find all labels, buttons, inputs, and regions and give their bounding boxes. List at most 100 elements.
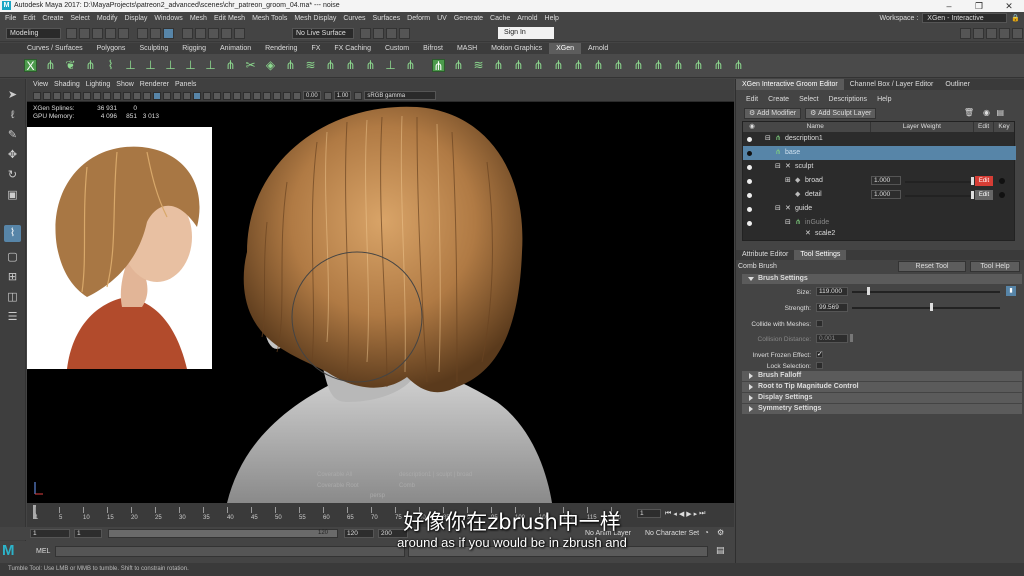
rotate-tool-icon[interactable]: ↻	[4, 167, 21, 184]
section-brush-falloff[interactable]: Brush Falloff	[742, 371, 1022, 381]
col-layer-weight[interactable]: Layer Weight	[871, 122, 975, 132]
broad-weight-slider[interactable]	[905, 181, 973, 183]
view-transform-dropdown[interactable]: sRGB gamma	[364, 91, 437, 100]
section-root-to-tip[interactable]: Root to Tip Magnitude Control	[742, 382, 1022, 392]
tool-icon[interactable]: ⋔	[532, 59, 545, 72]
tree-row-guide[interactable]: ⊟ ✕ guide	[743, 202, 1016, 216]
paint-select-icon[interactable]: ✎	[4, 127, 21, 144]
tool-icon[interactable]: ⋔	[732, 59, 745, 72]
detail-weight-handle[interactable]	[971, 191, 974, 199]
ge-menu-edit[interactable]: Edit	[746, 96, 758, 103]
settings-icon[interactable]: ▤	[996, 108, 1004, 117]
snap-live-icon[interactable]	[234, 28, 245, 39]
menu-file[interactable]: File	[5, 15, 16, 22]
comb-icon[interactable]: ⊥	[184, 59, 197, 72]
length-icon[interactable]: ⊥	[384, 59, 397, 72]
single-view-icon[interactable]: ▢	[4, 249, 21, 266]
vp-menu-lighting[interactable]: Lighting	[86, 81, 111, 88]
section-brush-settings[interactable]: Brush Settings	[742, 274, 1022, 284]
menu-uv[interactable]: UV	[437, 15, 447, 22]
visibility-icon[interactable]	[747, 151, 752, 156]
shelf-tab[interactable]: MASH	[450, 43, 484, 54]
render-icon[interactable]	[360, 28, 371, 39]
brush-icon[interactable]: ⌇	[104, 59, 117, 72]
comb-tool-icon[interactable]: ⌇	[4, 225, 21, 242]
snap-point-icon[interactable]	[208, 28, 219, 39]
tool-help-button[interactable]: Tool Help	[970, 261, 1020, 272]
vp-menu-view[interactable]: View	[33, 81, 48, 88]
vp-menu-renderer[interactable]: Renderer	[140, 81, 169, 88]
textured-icon[interactable]	[183, 91, 191, 100]
menu-modify[interactable]: Modify	[97, 15, 118, 22]
comb-icon[interactable]: ⊥	[204, 59, 217, 72]
safe-action-icon[interactable]	[123, 91, 131, 100]
move-tool-icon[interactable]: ✥	[4, 147, 21, 164]
smooth-shade-icon[interactable]	[153, 91, 161, 100]
two-view-icon[interactable]: ◫	[4, 289, 21, 306]
save-icon[interactable]	[92, 28, 103, 39]
menu-select[interactable]: Select	[70, 15, 89, 22]
visibility-icon[interactable]	[747, 137, 752, 142]
broad-weight-handle[interactable]	[971, 177, 974, 185]
strength-field[interactable]: 99.569	[816, 303, 848, 312]
layout-toggle-icon[interactable]	[1012, 28, 1023, 39]
shelf-tab[interactable]: Motion Graphics	[484, 43, 549, 54]
tab-channel-box[interactable]: Channel Box / Layer Editor	[844, 79, 940, 90]
default-material-icon[interactable]	[163, 91, 171, 100]
mode-dropdown[interactable]: Modeling	[6, 28, 61, 39]
undo-icon[interactable]	[105, 28, 116, 39]
tool-icon[interactable]: ⋔	[672, 59, 685, 72]
grid-icon[interactable]	[73, 91, 81, 100]
width-icon[interactable]: ⋔	[404, 59, 417, 72]
lock-icon[interactable]: 🔒	[1011, 14, 1020, 22]
snap-curve-icon[interactable]	[195, 28, 206, 39]
menu-mesh-display[interactable]: Mesh Display	[294, 15, 336, 22]
shelf-tab[interactable]: Bifrost	[416, 43, 450, 54]
detail-weight-slider[interactable]	[905, 195, 973, 197]
tab-attribute-editor[interactable]: Attribute Editor	[736, 250, 794, 260]
col-edit[interactable]: Edit	[974, 122, 995, 132]
use-all-lights-icon[interactable]	[193, 91, 201, 100]
tab-outliner[interactable]: Outliner	[939, 79, 976, 90]
depth-of-field-icon[interactable]	[243, 91, 251, 100]
live-surface-field[interactable]: No Live Surface	[292, 28, 354, 39]
anti-alias-icon[interactable]	[233, 91, 241, 100]
xgen-editor-icon[interactable]: X	[24, 59, 37, 73]
guides-icon[interactable]: ⋔	[432, 59, 445, 73]
tool-icon[interactable]: ⋔	[452, 59, 465, 72]
wireframe-on-shaded-icon[interactable]	[173, 91, 181, 100]
four-view-icon[interactable]: ⊞	[4, 269, 21, 286]
visibility-icon[interactable]	[747, 207, 752, 212]
strength-slider-handle[interactable]	[930, 303, 933, 311]
menu-edit[interactable]: Edit	[23, 15, 35, 22]
tool-icon[interactable]: ⋔	[592, 59, 605, 72]
select-tool-icon[interactable]: ➤	[4, 87, 21, 104]
size-field[interactable]: 119.000	[816, 287, 848, 296]
menu-surfaces[interactable]: Surfaces	[373, 15, 401, 22]
broad-weight-field[interactable]: 1.000	[871, 176, 901, 185]
groom-icon[interactable]: ⋔	[44, 59, 57, 72]
hair-icon[interactable]: ⋔	[84, 59, 97, 72]
menu-arnold[interactable]: Arnold	[517, 15, 537, 22]
comb-icon[interactable]: ⊥	[124, 59, 137, 72]
menu-edit-mesh[interactable]: Edit Mesh	[214, 15, 245, 22]
shadows-icon[interactable]	[203, 91, 211, 100]
lasso-tool-icon[interactable]: ℓ	[4, 107, 21, 124]
restore-icon[interactable]: ❐	[964, 0, 994, 12]
noise-icon[interactable]: ≋	[304, 59, 317, 72]
folder-icon[interactable]	[66, 28, 77, 39]
reset-tool-button[interactable]: Reset Tool	[898, 261, 966, 272]
comb-icon[interactable]: ⊥	[164, 59, 177, 72]
menu-cache[interactable]: Cache	[490, 15, 510, 22]
add-sculpt-layer-button[interactable]: ⚙ Add Sculpt Layer	[805, 107, 877, 119]
bookmark-icon[interactable]	[53, 91, 61, 100]
delete-icon[interactable]: 🗑	[964, 108, 974, 117]
tool-icon[interactable]: ⋔	[512, 59, 525, 72]
gate-mask-icon[interactable]	[103, 91, 111, 100]
scale-tool-icon[interactable]: ▣	[4, 187, 21, 204]
collide-checkbox[interactable]	[816, 320, 823, 327]
resolution-gate-icon[interactable]	[93, 91, 101, 100]
color-management-icon[interactable]	[354, 91, 363, 100]
tree-row-detail[interactable]: ◆ detail 1.000 Edit	[743, 188, 1016, 202]
redo-icon[interactable]	[118, 28, 129, 39]
